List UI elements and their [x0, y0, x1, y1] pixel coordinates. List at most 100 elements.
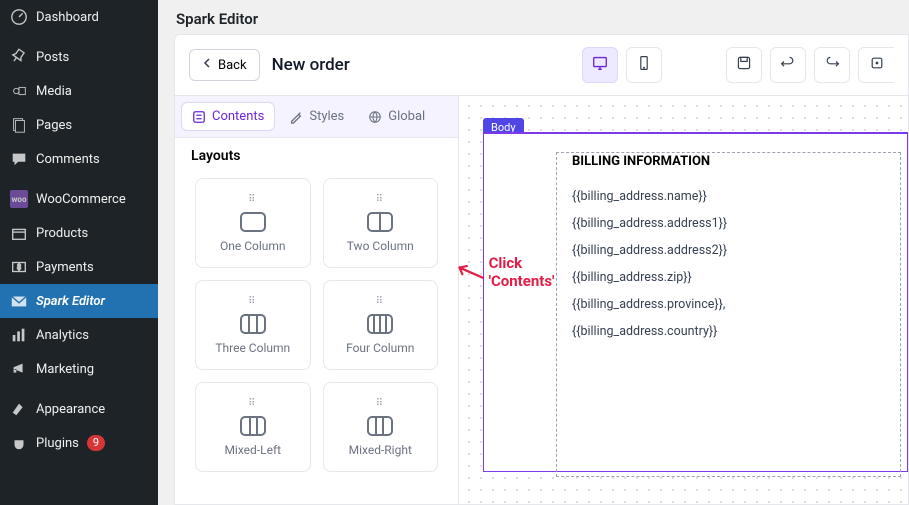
- sidebar-item-label: Posts: [36, 50, 69, 65]
- sidebar-item-comments[interactable]: Comments: [0, 142, 158, 176]
- sidebar-item-analytics[interactable]: Analytics: [0, 318, 158, 352]
- sidebar-item-appearance[interactable]: Appearance: [0, 392, 158, 426]
- redo-button[interactable]: [814, 47, 850, 83]
- sidebar-item-label: Spark Editor: [36, 294, 105, 309]
- editor-topbar: Back New order: [175, 35, 908, 96]
- products-icon: [10, 224, 28, 242]
- tab-styles[interactable]: Styles: [279, 102, 354, 131]
- sidebar-item-spark-editor[interactable]: Spark Editor: [0, 284, 158, 318]
- sidebar-item-posts[interactable]: Posts: [0, 40, 158, 74]
- page-icon: [10, 116, 28, 134]
- back-button[interactable]: Back: [189, 49, 260, 81]
- sidebar-item-label: Analytics: [36, 328, 89, 343]
- layout-label: Mixed-Left: [224, 443, 281, 457]
- contents-icon: [192, 110, 206, 124]
- sidebar-item-payments[interactable]: $ Payments: [0, 250, 158, 284]
- page-title: Spark Editor: [158, 0, 909, 34]
- expand-icon: [869, 55, 885, 75]
- comment-icon: [10, 150, 28, 168]
- sidebar-item-label: Payments: [36, 260, 94, 275]
- layout-label: Mixed-Right: [349, 443, 412, 457]
- marketing-icon: [10, 360, 28, 378]
- sidebar-item-media[interactable]: Media: [0, 74, 158, 108]
- email-body-section[interactable]: BILLING INFORMATION {{billing_address.na…: [483, 132, 908, 472]
- sidebar-item-label: Comments: [36, 152, 100, 167]
- desktop-icon: [591, 54, 609, 76]
- layouts-label: Layouts: [175, 138, 458, 170]
- tab-label: Contents: [212, 109, 264, 124]
- mail-icon: [10, 292, 28, 310]
- section-title: BILLING INFORMATION: [572, 154, 907, 169]
- main-area: Spark Editor Back New order: [158, 0, 909, 505]
- drag-handle-icon: ⠿: [248, 398, 257, 409]
- panel-tabs: Contents Styles Global: [175, 96, 458, 138]
- layout-three-column[interactable]: ⠿ Three Column: [195, 280, 311, 370]
- payments-icon: $: [10, 258, 28, 276]
- more-button[interactable]: [858, 47, 894, 83]
- sidebar-item-label: Media: [36, 84, 72, 99]
- layout-mixed-right[interactable]: ⠿ Mixed-Right: [323, 382, 439, 472]
- layout-one-column[interactable]: ⠿ One Column: [195, 178, 311, 268]
- layout-grid: ⠿ One Column ⠿ Two Column ⠿ Three Column: [175, 170, 458, 488]
- wp-admin-sidebar: Dashboard Posts Media Pages Comments woo…: [0, 0, 158, 505]
- tab-contents[interactable]: Contents: [181, 102, 275, 131]
- sidebar-item-dashboard[interactable]: Dashboard: [0, 0, 158, 34]
- undo-icon: [780, 55, 796, 75]
- undo-button[interactable]: [770, 47, 806, 83]
- order-title: New order: [272, 55, 350, 75]
- layout-mixed-left[interactable]: ⠿ Mixed-Left: [195, 382, 311, 472]
- billing-field: {{billing_address.address2}}: [572, 237, 907, 264]
- sidebar-item-label: Products: [36, 226, 88, 241]
- analytics-icon: [10, 326, 28, 344]
- appearance-icon: [10, 400, 28, 418]
- chevron-left-icon: [202, 57, 212, 73]
- back-label: Back: [218, 58, 247, 73]
- plugin-update-badge: 9: [87, 435, 105, 451]
- layout-label: One Column: [220, 239, 286, 253]
- layout-four-column[interactable]: ⠿ Four Column: [323, 280, 439, 370]
- woo-icon: woo: [10, 190, 28, 208]
- save-icon: [736, 55, 752, 75]
- tab-label: Global: [388, 109, 425, 124]
- billing-field: {{billing_address.name}}: [572, 183, 907, 210]
- sidebar-item-woocommerce[interactable]: woo WooCommerce: [0, 182, 158, 216]
- sidebar-item-label: Marketing: [36, 362, 94, 377]
- redo-icon: [824, 55, 840, 75]
- billing-field: {{billing_address.country}}: [572, 318, 907, 345]
- drag-handle-icon: ⠿: [376, 398, 385, 409]
- drag-handle-icon: ⠿: [376, 194, 385, 205]
- tab-global[interactable]: Global: [358, 102, 435, 131]
- drag-handle-icon: ⠿: [248, 194, 257, 205]
- dashboard-icon: [10, 8, 28, 26]
- plugin-icon: [10, 434, 28, 452]
- global-icon: [368, 110, 382, 124]
- media-icon: [10, 82, 28, 100]
- drag-handle-icon: ⠿: [248, 296, 257, 307]
- layout-two-column[interactable]: ⠿ Two Column: [323, 178, 439, 268]
- pin-icon: [10, 48, 28, 66]
- desktop-view-button[interactable]: [582, 47, 618, 83]
- sidebar-item-pages[interactable]: Pages: [0, 108, 158, 142]
- sidebar-item-label: Dashboard: [36, 10, 99, 25]
- billing-field: {{billing_address.address1}}: [572, 210, 907, 237]
- layout-label: Two Column: [347, 239, 414, 253]
- left-panel: Contents Styles Global Click 'Contents': [175, 96, 459, 504]
- styles-icon: [289, 110, 303, 124]
- editor-canvas[interactable]: Body BILLING INFORMATION {{billing_addre…: [459, 96, 908, 504]
- save-button[interactable]: [726, 47, 762, 83]
- sidebar-item-plugins[interactable]: Plugins 9: [0, 426, 158, 460]
- sidebar-item-products[interactable]: Products: [0, 216, 158, 250]
- drag-handle-icon: ⠿: [376, 296, 385, 307]
- layout-label: Three Column: [215, 341, 290, 355]
- mobile-icon: [636, 55, 652, 75]
- tab-label: Styles: [309, 109, 344, 124]
- billing-field: {{billing_address.province}},: [572, 291, 907, 318]
- sidebar-item-label: WooCommerce: [36, 192, 126, 207]
- sidebar-item-marketing[interactable]: Marketing: [0, 352, 158, 386]
- sidebar-item-label: Appearance: [36, 402, 105, 417]
- mobile-view-button[interactable]: [626, 47, 662, 83]
- editor-frame: Back New order: [174, 34, 909, 505]
- sidebar-item-label: Pages: [36, 118, 72, 133]
- layout-label: Four Column: [346, 341, 414, 355]
- billing-field: {{billing_address.zip}}: [572, 264, 907, 291]
